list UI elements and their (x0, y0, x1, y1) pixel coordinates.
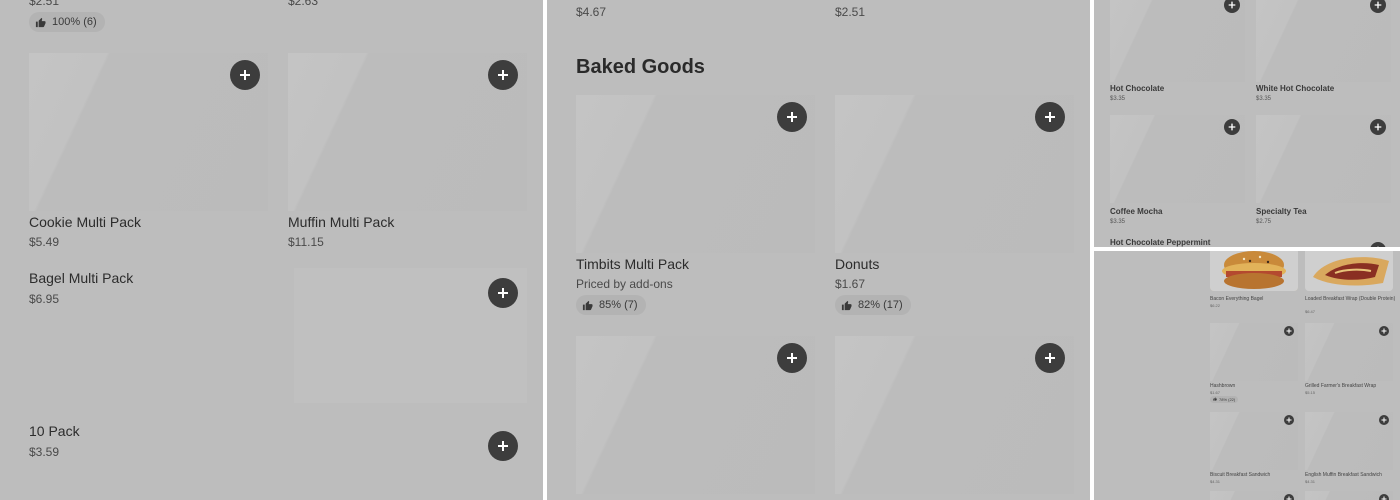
item-price: $2.51 (835, 5, 866, 19)
rating-text: 85% (7) (599, 299, 638, 311)
item-name[interactable]: Biscuit Breakfast Sandwich (1210, 472, 1270, 478)
item-price: Priced by add-ons (576, 277, 673, 291)
add-item-button[interactable] (1284, 326, 1294, 336)
item-price: $2.75 (1256, 219, 1272, 225)
rating-text: 100% (6) (52, 16, 97, 28)
item-price: $1.67 (835, 277, 866, 291)
plus-icon (787, 353, 797, 363)
plus-icon (1377, 246, 1379, 247)
item-price: $5.15 (1305, 390, 1316, 395)
add-item-button[interactable] (1370, 242, 1386, 247)
item-price: $3.59 (29, 445, 60, 459)
add-item-button[interactable] (1370, 119, 1386, 135)
item-name[interactable]: Timbits Multi Pack (576, 256, 689, 272)
plus-icon (1381, 496, 1387, 500)
item-price: $6.95 (29, 292, 60, 306)
plus-icon (1374, 123, 1382, 131)
plus-icon (1374, 1, 1382, 9)
item-name[interactable]: Muffin Multi Pack (288, 214, 394, 230)
item-price: $2.51 (29, 0, 60, 8)
rating-badge: 78% (22) (1210, 396, 1239, 403)
item-name[interactable]: Hashbrown (1210, 383, 1235, 389)
item-price: $5.49 (29, 235, 60, 249)
item-price: $1.67 (1210, 390, 1221, 395)
add-item-button[interactable] (1224, 119, 1240, 135)
menu-panel-breakfast: Bacon Everything Bagel $6.22 Loaded Brea… (1094, 251, 1400, 500)
item-name[interactable]: English Muffin Breakfast Sandwich (1305, 472, 1382, 478)
plus-icon (1286, 496, 1292, 500)
item-name[interactable]: Loaded Breakfast Wrap (Double Protein) (1305, 296, 1395, 302)
item-price: $2.63 (288, 0, 319, 8)
add-item-button[interactable] (1379, 415, 1389, 425)
item-price: $3.35 (1110, 219, 1126, 225)
add-item-button[interactable] (1379, 326, 1389, 336)
plus-icon (787, 112, 797, 122)
item-price: $11.15 (288, 235, 324, 249)
add-item-button[interactable] (1035, 343, 1065, 373)
plus-icon (498, 441, 508, 451)
plus-icon (1286, 417, 1292, 423)
item-price: $4.31 (1210, 479, 1221, 484)
rating-badge: 85% (7) (576, 295, 646, 315)
plus-icon (1228, 1, 1236, 9)
breakfast-wrap-image (1305, 251, 1393, 291)
item-name[interactable]: Coffee Mocha (1110, 207, 1162, 216)
item-name[interactable]: Donuts (835, 256, 879, 272)
item-price: $4.31 (1305, 479, 1316, 484)
bagel-sandwich-image (1210, 251, 1298, 291)
menu-panel-multipacks: $2.51 $2.63 100% (6) Cookie Multi Pack $… (0, 0, 543, 500)
item-name[interactable]: White Hot Chocolate (1256, 84, 1334, 93)
item-image[interactable] (1210, 251, 1298, 291)
item-name[interactable]: Specialty Tea (1256, 207, 1307, 216)
plus-icon (498, 288, 508, 298)
add-item-button[interactable] (488, 278, 518, 308)
add-item-button[interactable] (1284, 415, 1294, 425)
add-item-button[interactable] (1379, 494, 1389, 500)
item-price: $3.35 (1110, 96, 1126, 102)
add-item-button[interactable] (488, 60, 518, 90)
rating-text: 78% (22) (1219, 397, 1236, 402)
item-price: $4.67 (576, 5, 607, 19)
item-name[interactable]: 10 Pack (29, 423, 80, 439)
item-price: $6.47 (1305, 309, 1316, 314)
item-name[interactable]: Grilled Farmer's Breakfast Wrap (1305, 383, 1376, 389)
plus-icon (1045, 353, 1055, 363)
menu-panel-hot-drinks: Hot Chocolate $3.35 White Hot Chocolate … (1094, 0, 1400, 247)
item-price: $6.22 (1210, 303, 1221, 308)
thumbs-up-icon (1213, 397, 1217, 402)
item-name[interactable]: Bagel Multi Pack (29, 270, 133, 286)
thumbs-up-icon (582, 300, 593, 311)
add-item-button[interactable] (230, 60, 260, 90)
item-image[interactable] (1110, 0, 1245, 82)
rating-badge: 100% (6) (29, 12, 105, 32)
item-image[interactable] (1305, 251, 1393, 291)
section-title: Baked Goods (576, 56, 705, 78)
rating-text: 82% (17) (858, 299, 903, 311)
item-name[interactable]: Hot Chocolate (1110, 84, 1164, 93)
item-name[interactable]: Bacon Everything Bagel (1210, 296, 1263, 302)
add-item-button[interactable] (777, 343, 807, 373)
add-item-button[interactable] (1035, 102, 1065, 132)
item-image[interactable] (1256, 0, 1391, 82)
item-name[interactable]: Hot Chocolate Peppermint (1110, 238, 1210, 247)
plus-icon (1045, 112, 1055, 122)
thumbs-up-icon (35, 17, 46, 28)
plus-icon (1381, 417, 1387, 423)
menu-panel-baked-goods: $4.67 $2.51 Baked Goods Timbits Multi Pa… (547, 0, 1090, 500)
item-name[interactable]: Cookie Multi Pack (29, 214, 141, 230)
add-item-button[interactable] (488, 431, 518, 461)
item-price: $3.35 (1256, 96, 1272, 102)
plus-icon (498, 70, 508, 80)
plus-icon (240, 70, 250, 80)
plus-icon (1286, 328, 1292, 334)
plus-icon (1381, 328, 1387, 334)
add-item-button[interactable] (777, 102, 807, 132)
plus-icon (1228, 123, 1236, 131)
rating-badge: 82% (17) (835, 295, 911, 315)
add-item-button[interactable] (1284, 494, 1294, 500)
thumbs-up-icon (841, 300, 852, 311)
